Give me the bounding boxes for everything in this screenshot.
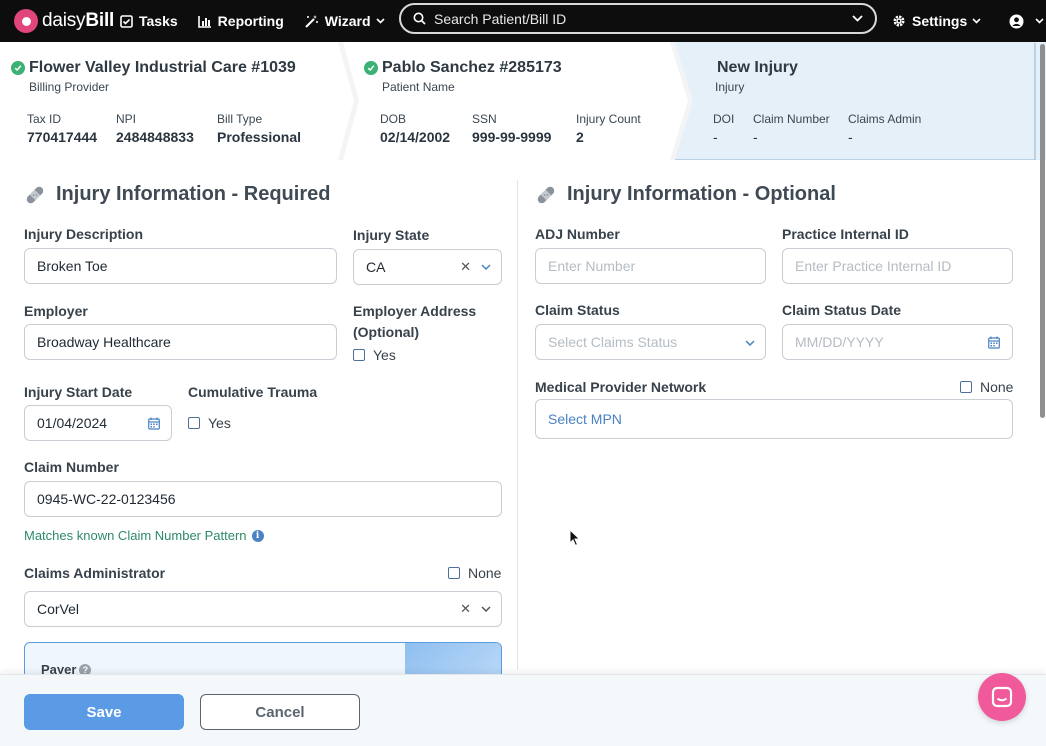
required-section-title: Injury Information - Required [24, 183, 330, 206]
claim-pattern-match: Matches known Claim Number Pattern i [24, 528, 264, 543]
clipboard-check-icon [120, 15, 133, 28]
claim-number-crumb-label: Claim Number [753, 112, 830, 126]
mouse-cursor-icon [569, 529, 581, 547]
bandage-icon [26, 186, 44, 203]
claims-administrator-select[interactable]: CorVel ✕ [24, 591, 502, 627]
bar-chart-icon [197, 15, 211, 28]
clear-icon[interactable]: ✕ [460, 259, 471, 275]
page-scrollbar[interactable] [1040, 44, 1045, 418]
practice-internal-id-input[interactable]: Enter Practice Internal ID [782, 248, 1013, 284]
injury-crumb-title: New Injury [717, 59, 798, 76]
clear-icon[interactable]: ✕ [460, 601, 471, 617]
column-divider [517, 180, 518, 670]
magic-wand-icon [305, 15, 318, 28]
cumulative-trauma-checkbox[interactable]: Yes [188, 415, 231, 431]
user-menu[interactable] [1009, 14, 1046, 29]
chevron-down-icon[interactable] [481, 606, 491, 612]
checkbox-box[interactable] [188, 417, 200, 429]
chevron-down-icon [1035, 18, 1044, 24]
claims-admin-crumb-label: Claims Admin [848, 112, 922, 126]
adj-number-label: ADJ Number [535, 226, 620, 242]
checkbox-box[interactable] [448, 567, 460, 579]
nav-settings-label: Settings [912, 13, 968, 29]
chat-icon [991, 686, 1013, 708]
employer-label: Employer [24, 303, 88, 319]
nav-reporting-label: Reporting [217, 13, 284, 29]
calendar-icon[interactable] [148, 417, 160, 430]
injury-crumb-subtitle: Injury [715, 80, 745, 94]
claim-number-input[interactable]: 0945-WC-22-0123456 [24, 481, 502, 517]
injury-description-label: Injury Description [24, 226, 144, 242]
claim-status-date-label: Claim Status Date [782, 302, 902, 318]
chevron-down-icon [375, 18, 385, 24]
info-icon[interactable]: i [251, 529, 264, 542]
doi-value: - [713, 129, 718, 145]
employer-input[interactable]: Broadway Healthcare [24, 324, 337, 360]
injury-start-date-input[interactable]: 01/04/2024 [24, 405, 172, 441]
cancel-button[interactable]: Cancel [200, 694, 360, 730]
search-placeholder: Search Patient/Bill ID [434, 10, 567, 27]
nav-wizard-label: Wizard [324, 13, 371, 29]
form-footer: Save Cancel [0, 674, 1046, 746]
nav-settings[interactable]: Settings [892, 13, 987, 29]
employer-address-checkbox[interactable]: Yes [353, 347, 396, 363]
daisybill-logo[interactable]: daisyBill [14, 9, 120, 33]
injury-state-select[interactable]: CA ✕ [353, 249, 502, 285]
claim-status-label: Claim Status [535, 302, 620, 318]
nav-tasks-label: Tasks [139, 13, 178, 29]
claim-number-label: Claim Number [24, 459, 119, 475]
claim-status-select[interactable]: Select Claims Status [535, 324, 766, 360]
adj-number-input[interactable]: Enter Number [535, 248, 766, 284]
mpn-none-checkbox[interactable]: None [960, 379, 1013, 395]
claim-status-date-input[interactable]: MM/DD/YYYY [782, 324, 1013, 360]
injury-state-label: Injury State [353, 227, 430, 243]
chevron-down-icon[interactable] [745, 340, 755, 346]
nav-tasks[interactable]: Tasks [120, 13, 178, 29]
chat-launcher-button[interactable] [978, 673, 1026, 721]
mpn-select[interactable]: Select MPN [535, 399, 1013, 439]
claims-admin-none-checkbox[interactable]: None [448, 565, 501, 581]
gear-icon [893, 15, 905, 27]
claims-administrator-label: Claims Administrator [24, 565, 166, 581]
checkbox-box[interactable] [960, 381, 972, 393]
chevron-down-icon[interactable] [481, 264, 491, 270]
bill-breadcrumb: Flower Valley Industrial Care #1039 Bill… [0, 42, 1046, 160]
chevron-down-icon[interactable] [852, 15, 863, 22]
injury-start-date-label: Injury Start Date [24, 384, 133, 400]
optional-section-title: Injury Information - Optional [535, 183, 836, 206]
top-navbar: daisyBill Tasks Reporting Wizard Search … [0, 0, 1046, 42]
bandage-icon [537, 186, 555, 203]
save-button[interactable]: Save [24, 694, 184, 730]
doi-label: DOI [713, 112, 735, 126]
search-icon [413, 12, 426, 25]
chevron-down-icon [972, 18, 981, 24]
claim-number-crumb-value: - [753, 129, 758, 145]
cumulative-trauma-label: Cumulative Trauma [188, 384, 318, 400]
claims-admin-crumb-value: - [848, 129, 853, 145]
logo-text: daisyBill [42, 10, 115, 31]
calendar-icon[interactable] [988, 336, 1000, 349]
injury-description-input[interactable]: Broken Toe [24, 248, 337, 284]
nav-reporting[interactable]: Reporting [197, 13, 284, 29]
mpn-label: Medical Provider Network [535, 379, 707, 395]
checkbox-box[interactable] [353, 349, 365, 361]
practice-internal-id-label: Practice Internal ID [782, 226, 909, 242]
patient-search[interactable]: Search Patient/Bill ID [399, 3, 877, 34]
crumb-injury: New Injury Injury DOI - Claim Number - C… [0, 42, 1046, 160]
employer-address-label: Employer Address (Optional) [353, 303, 477, 340]
daisy-flower-icon [14, 9, 38, 33]
nav-wizard[interactable]: Wizard [304, 13, 391, 29]
user-circle-icon [1009, 14, 1024, 28]
